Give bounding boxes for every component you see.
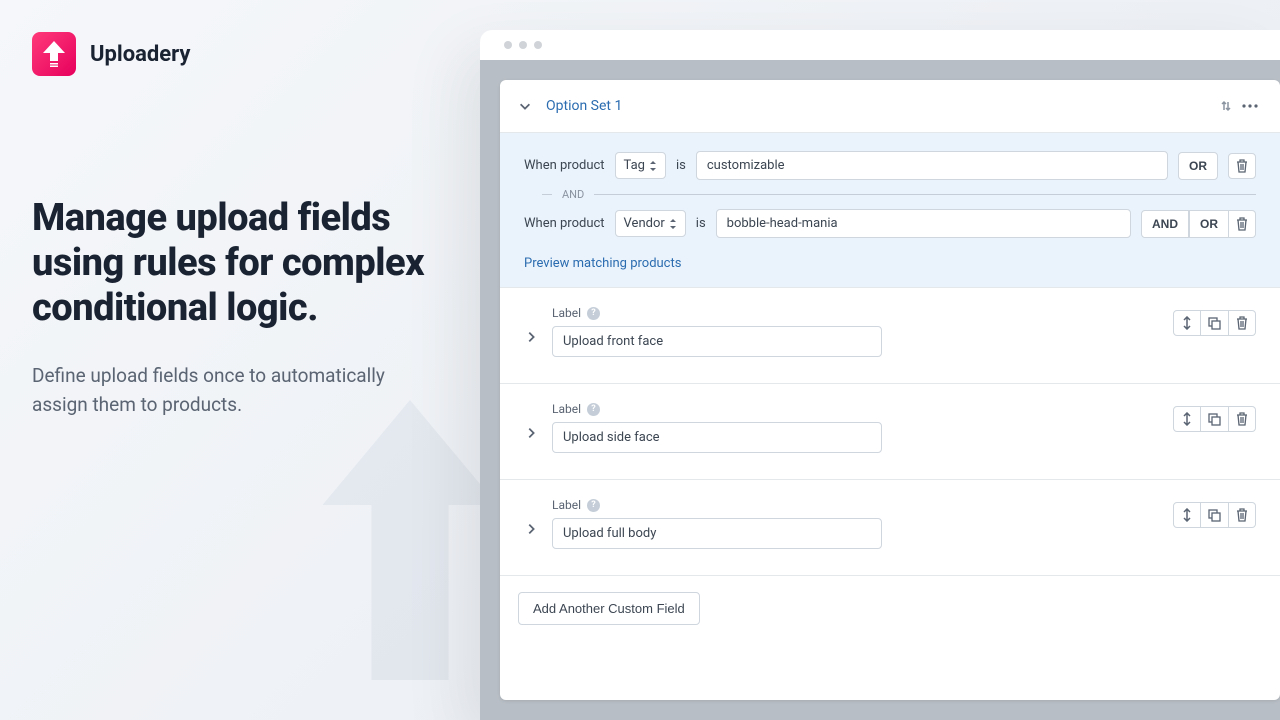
or-button[interactable]: OR bbox=[1178, 152, 1218, 180]
field-actions bbox=[1173, 310, 1256, 336]
chevron-down-icon bbox=[518, 99, 532, 113]
condition-prefix: When product bbox=[524, 216, 605, 231]
field-label-caption: Label ? bbox=[552, 402, 1159, 416]
condition-row: When product Tag is customizable OR bbox=[524, 151, 1256, 180]
field-label-input[interactable]: Upload full body bbox=[552, 518, 882, 549]
field-row: Label ? Upload front face bbox=[500, 288, 1280, 384]
bg-decoration bbox=[320, 400, 500, 680]
app-canvas: Option Set 1 When product Tag is customi… bbox=[480, 60, 1280, 720]
app-window: Option Set 1 When product Tag is customi… bbox=[480, 30, 1280, 720]
delete-button[interactable] bbox=[1229, 406, 1256, 432]
brand-logo bbox=[32, 32, 76, 76]
condition-value-input[interactable]: bobble-head-mania bbox=[716, 209, 1131, 238]
field-actions bbox=[1173, 406, 1256, 432]
reorder-button[interactable] bbox=[1173, 406, 1201, 432]
field-body: Label ? Upload front face bbox=[552, 306, 1159, 357]
field-row: Label ? Upload side face bbox=[500, 384, 1280, 480]
logic-buttons: AND OR bbox=[1141, 210, 1256, 238]
delete-button[interactable] bbox=[1229, 210, 1256, 238]
help-icon[interactable]: ? bbox=[587, 403, 600, 416]
and-separator: AND bbox=[542, 188, 1256, 201]
chevron-right-icon[interactable] bbox=[524, 522, 538, 536]
attr-select[interactable]: Vendor bbox=[615, 210, 686, 237]
delete-button[interactable] bbox=[1228, 153, 1256, 179]
traffic-light bbox=[504, 41, 512, 49]
condition-prefix: When product bbox=[524, 158, 605, 173]
preview-matching-link[interactable]: Preview matching products bbox=[524, 256, 1256, 271]
headline: Manage upload fields using rules for com… bbox=[32, 196, 452, 330]
option-set-card: Option Set 1 When product Tag is customi… bbox=[500, 80, 1280, 700]
brand: Uploadery bbox=[32, 32, 452, 76]
reorder-icon[interactable] bbox=[1214, 94, 1238, 118]
or-button[interactable]: OR bbox=[1189, 210, 1229, 238]
card-footer: Add Another Custom Field bbox=[500, 576, 1280, 641]
add-field-button[interactable]: Add Another Custom Field bbox=[518, 592, 700, 625]
marketing-panel: Uploadery Manage upload fields using rul… bbox=[32, 32, 452, 419]
option-set-title: Option Set 1 bbox=[546, 98, 1214, 114]
more-icon[interactable] bbox=[1238, 94, 1262, 118]
and-button[interactable]: AND bbox=[1141, 210, 1189, 238]
condition-op: is bbox=[696, 216, 706, 231]
help-icon[interactable]: ? bbox=[587, 307, 600, 320]
field-actions bbox=[1173, 502, 1256, 528]
condition-op: is bbox=[676, 158, 686, 173]
field-label-input[interactable]: Upload side face bbox=[552, 422, 882, 453]
conditions-panel: When product Tag is customizable OR AND … bbox=[500, 133, 1280, 288]
brand-name: Uploadery bbox=[90, 42, 190, 67]
option-set-header[interactable]: Option Set 1 bbox=[500, 80, 1280, 133]
duplicate-button[interactable] bbox=[1201, 406, 1229, 432]
field-body: Label ? Upload side face bbox=[552, 402, 1159, 453]
condition-value-input[interactable]: customizable bbox=[696, 151, 1168, 180]
help-icon[interactable]: ? bbox=[587, 499, 600, 512]
reorder-button[interactable] bbox=[1173, 502, 1201, 528]
traffic-light bbox=[519, 41, 527, 49]
field-body: Label ? Upload full body bbox=[552, 498, 1159, 549]
delete-button[interactable] bbox=[1229, 310, 1256, 336]
chevron-right-icon[interactable] bbox=[524, 426, 538, 440]
traffic-light bbox=[534, 41, 542, 49]
condition-row: When product Vendor is bobble-head-mania… bbox=[524, 209, 1256, 238]
field-label-caption: Label ? bbox=[552, 498, 1159, 512]
subhead: Define upload fields once to automatical… bbox=[32, 362, 412, 419]
delete-button[interactable] bbox=[1229, 502, 1256, 528]
chevron-right-icon[interactable] bbox=[524, 330, 538, 344]
window-chrome bbox=[480, 30, 1280, 60]
attr-select[interactable]: Tag bbox=[615, 152, 666, 179]
duplicate-button[interactable] bbox=[1201, 502, 1229, 528]
field-label-caption: Label ? bbox=[552, 306, 1159, 320]
field-row: Label ? Upload full body bbox=[500, 480, 1280, 576]
duplicate-button[interactable] bbox=[1201, 310, 1229, 336]
reorder-button[interactable] bbox=[1173, 310, 1201, 336]
field-label-input[interactable]: Upload front face bbox=[552, 326, 882, 357]
